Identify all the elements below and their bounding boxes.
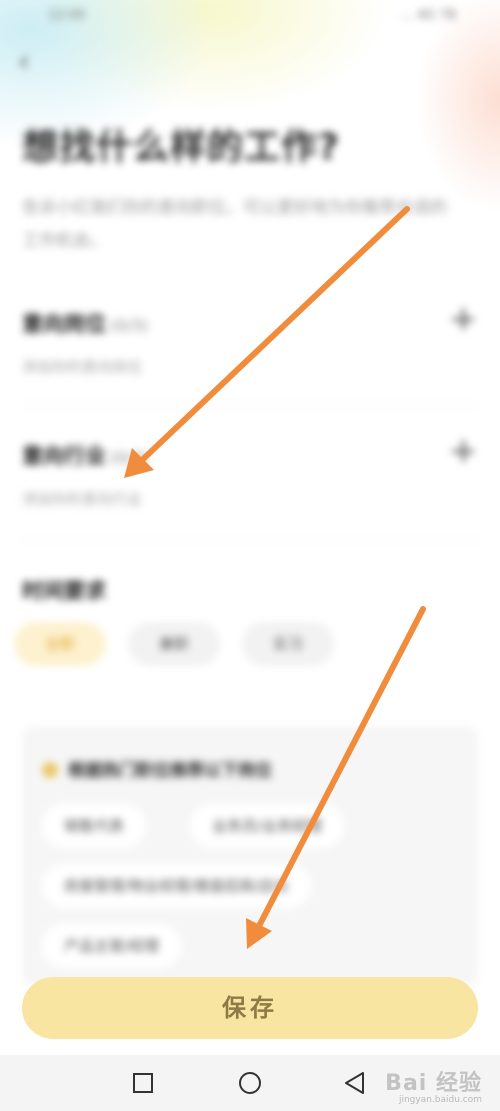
intent-job-hint: 添加你的意向岗位 bbox=[22, 358, 143, 376]
suggestion-panel: 根据热门职位推荐以下岗位 销售代表 业务员/业务经理 房屋管理/物业经理/楼盘招… bbox=[22, 726, 478, 986]
divider bbox=[22, 540, 478, 541]
intent-industry-section: 意向行业 (0/3) 添加你的意向行业 bbox=[22, 440, 478, 509]
intent-industry-title-row: 意向行业 (0/3) bbox=[22, 440, 478, 470]
divider bbox=[22, 405, 478, 406]
triangle-back-icon[interactable] bbox=[337, 1065, 373, 1101]
suggestion-chip[interactable]: 房屋管理/物业经理/楼盘招商/店长 bbox=[42, 864, 312, 908]
save-button[interactable]: 保存 bbox=[22, 977, 478, 1039]
watermark-url: jingyan.baidu.com bbox=[398, 1095, 482, 1105]
watermark-logo: Bai 经验 bbox=[385, 1071, 482, 1096]
back-button[interactable]: ‹ bbox=[18, 44, 48, 80]
intent-industry-count: (0/3) bbox=[110, 448, 149, 467]
intent-job-section: 意向岗位 (0/3) 添加你的意向岗位 bbox=[22, 308, 478, 377]
intent-industry-hint: 添加你的意向行业 bbox=[22, 490, 143, 508]
intent-job-count: (0/3) bbox=[110, 316, 149, 335]
work-time-title: 时间要求 bbox=[22, 579, 106, 603]
time-option-parttime[interactable]: 兼职 bbox=[128, 622, 220, 666]
add-job-button[interactable] bbox=[450, 306, 476, 332]
page-title: 想找什么样的工作? bbox=[22, 127, 340, 168]
square-icon[interactable] bbox=[125, 1065, 161, 1101]
intent-job-title-row: 意向岗位 (0/3) bbox=[22, 308, 478, 338]
suggestion-chip[interactable]: 销售代表 bbox=[42, 804, 147, 848]
system-nav-bar: Bai 经验 jingyan.baidu.com bbox=[0, 1055, 500, 1111]
suggestion-chip[interactable]: 业务员/业务经理 bbox=[190, 804, 345, 848]
lightbulb-icon bbox=[42, 762, 58, 778]
status-bar: 12:00 ... 4G 78 bbox=[0, 6, 500, 32]
time-option-internship[interactable]: 实习 bbox=[242, 622, 334, 666]
suggestion-chip[interactable]: 产品主管/经理 bbox=[42, 924, 182, 968]
circle-icon[interactable] bbox=[232, 1065, 268, 1101]
suggestion-header-text: 根据热门职位推荐以下岗位 bbox=[68, 761, 272, 781]
add-industry-button[interactable] bbox=[450, 438, 476, 464]
time-option-fulltime[interactable]: 全职 bbox=[14, 622, 106, 666]
intent-job-title: 意向岗位 bbox=[22, 312, 106, 336]
watermark: Bai 经验 jingyan.baidu.com bbox=[385, 1065, 482, 1105]
suggestion-header: 根据热门职位推荐以下岗位 bbox=[42, 756, 272, 781]
intent-industry-title: 意向行业 bbox=[22, 444, 106, 468]
blurred-content: 12:00 ... 4G 78 ‹ 想找什么样的工作? 告诉小红我们你的意向职位… bbox=[0, 0, 500, 1111]
status-time: 12:00 bbox=[48, 8, 86, 23]
status-icons: ... 4G 78 bbox=[400, 8, 456, 23]
page-description: 告诉小红我们你的意向职位，可以更好地为你推荐合适的工作机会。 bbox=[22, 198, 447, 251]
